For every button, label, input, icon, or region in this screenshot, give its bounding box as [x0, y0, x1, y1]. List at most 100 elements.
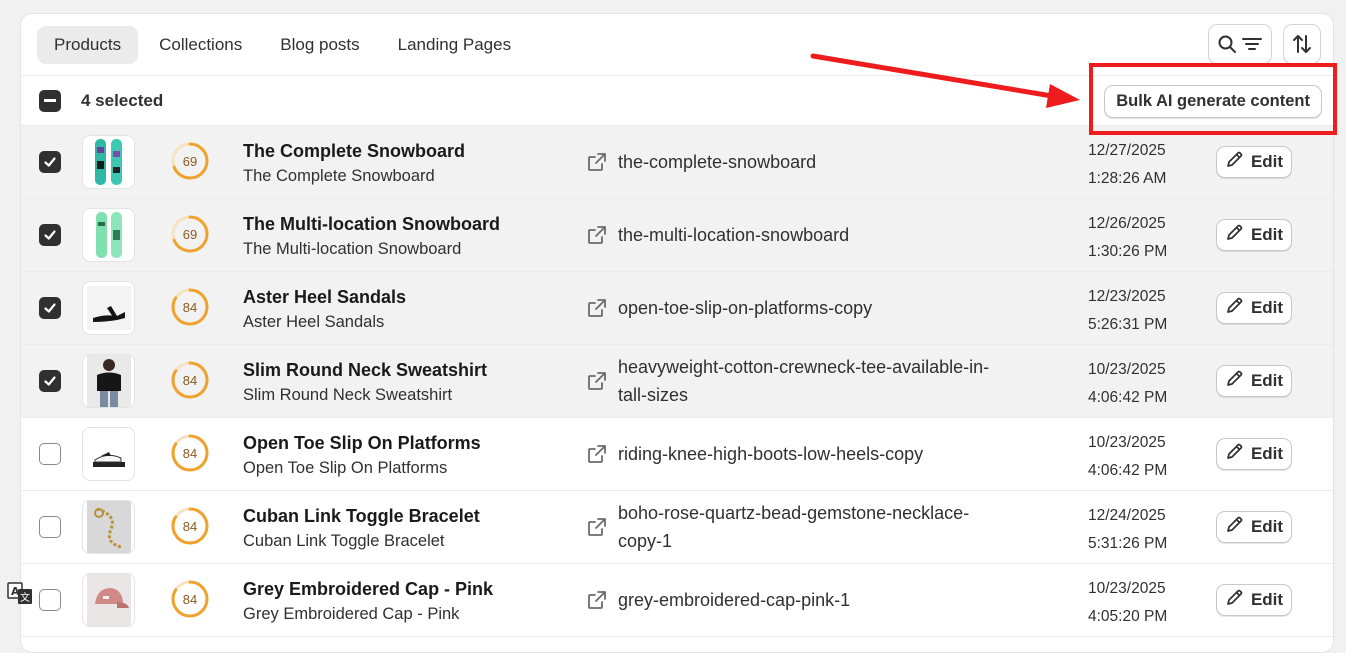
- updated-date: 10/23/2025: [1088, 580, 1166, 597]
- pencil-icon: [1225, 223, 1244, 247]
- updated-datetime: 12/23/2025 5:26:31 PM: [1088, 283, 1167, 339]
- products-table: 69 The Complete Snowboard The Complete Sno…: [21, 126, 1333, 637]
- tab-landing-pages[interactable]: Landing Pages: [381, 26, 528, 64]
- external-link-icon[interactable]: [587, 371, 607, 396]
- product-handle: riding-knee-high-boots-low-heels-copy: [618, 444, 924, 464]
- edit-button[interactable]: Edit: [1216, 584, 1292, 616]
- edit-button[interactable]: Edit: [1216, 219, 1292, 251]
- seo-score-value: 84: [182, 445, 198, 461]
- updated-time: 5:31:26 PM: [1088, 535, 1168, 552]
- table-row[interactable]: 69 The Multi-location Snowboard The Multi-…: [21, 199, 1333, 272]
- seo-score-value: 84: [182, 372, 198, 388]
- seo-score-badge: 69: [170, 141, 210, 181]
- edit-button[interactable]: Edit: [1216, 511, 1292, 543]
- updated-date: 10/23/2025: [1088, 434, 1166, 451]
- tabs-bar: Products Collections Blog posts Landing …: [21, 14, 1333, 76]
- updated-date: 12/24/2025: [1088, 507, 1166, 524]
- product-title[interactable]: Aster Heel Sandals: [243, 286, 573, 308]
- row-checkbox[interactable]: [39, 151, 61, 173]
- translate-icon[interactable]: A 文: [7, 580, 33, 606]
- products-card: Products Collections Blog posts Landing …: [20, 13, 1334, 653]
- edit-button[interactable]: Edit: [1216, 365, 1292, 397]
- product-thumbnail[interactable]: [82, 573, 135, 627]
- pencil-icon: [1225, 150, 1244, 174]
- seo-score-value: 84: [182, 518, 198, 534]
- table-row[interactable]: 84 Open Toe Slip On Platforms Open Toe Sli…: [21, 418, 1333, 491]
- sort-button[interactable]: [1283, 24, 1321, 64]
- product-subtitle: Aster Heel Sandals: [243, 313, 385, 331]
- updated-time: 4:06:42 PM: [1088, 462, 1168, 479]
- product-title[interactable]: The Complete Snowboard: [243, 140, 573, 162]
- table-row[interactable]: 69 The Complete Snowboard The Complete Sno…: [21, 126, 1333, 199]
- seo-score-value: 69: [182, 153, 198, 169]
- row-checkbox[interactable]: [39, 589, 61, 611]
- edit-button[interactable]: Edit: [1216, 438, 1292, 470]
- table-tools: [1208, 24, 1321, 64]
- bulk-actions-bar: 4 selected Bulk AI generate content: [21, 76, 1333, 126]
- row-checkbox[interactable]: [39, 370, 61, 392]
- tab-blog-posts[interactable]: Blog posts: [263, 26, 376, 64]
- bulk-ai-generate-button[interactable]: Bulk AI generate content: [1104, 85, 1322, 118]
- product-titles: Aster Heel Sandals Aster Heel Sandals: [243, 286, 573, 333]
- tab-collections[interactable]: Collections: [142, 26, 259, 64]
- product-title[interactable]: Grey Embroidered Cap - Pink: [243, 578, 573, 600]
- product-title[interactable]: The Multi-location Snowboard: [243, 213, 573, 235]
- product-title[interactable]: Slim Round Neck Sweatshirt: [243, 359, 573, 381]
- row-checkbox[interactable]: [39, 297, 61, 319]
- search-filter-button[interactable]: [1208, 24, 1272, 64]
- pencil-icon: [1225, 442, 1244, 466]
- edit-label: Edit: [1250, 517, 1284, 536]
- updated-datetime: 12/24/2025 5:31:26 PM: [1088, 502, 1167, 558]
- external-link-icon[interactable]: [587, 225, 607, 250]
- table-row[interactable]: 84 Cuban Link Toggle Bracelet Cuban Link T…: [21, 491, 1333, 564]
- product-titles: Grey Embroidered Cap - Pink Grey Embroide…: [243, 578, 573, 625]
- seo-score-badge: 84: [170, 360, 210, 400]
- product-handle: open-toe-slip-on-platforms-copy: [618, 298, 873, 318]
- external-link-icon[interactable]: [587, 298, 607, 323]
- row-checkbox[interactable]: [39, 443, 61, 465]
- updated-date: 12/27/2025: [1088, 142, 1166, 159]
- table-row[interactable]: 84 Slim Round Neck Sweatshirt Slim Round N…: [21, 345, 1333, 418]
- table-row[interactable]: 84 Grey Embroidered Cap - Pink Grey Embroi…: [21, 564, 1333, 637]
- product-thumbnail[interactable]: [82, 500, 135, 554]
- seo-score-value: 69: [182, 226, 198, 242]
- updated-time: 1:28:26 AM: [1088, 170, 1167, 187]
- table-row[interactable]: 84 Aster Heel Sandals Aster Heel Sandals op…: [21, 272, 1333, 345]
- product-titles: The Complete Snowboard The Complete Snowb…: [243, 140, 573, 187]
- product-thumbnail[interactable]: [82, 354, 135, 408]
- seo-score-value: 84: [182, 591, 198, 607]
- product-subtitle: Slim Round Neck Sweatshirt: [243, 386, 453, 404]
- external-link-icon[interactable]: [587, 152, 607, 177]
- external-link-icon[interactable]: [587, 444, 607, 469]
- product-title[interactable]: Open Toe Slip On Platforms: [243, 432, 573, 454]
- row-checkbox[interactable]: [39, 516, 61, 538]
- external-link-icon[interactable]: [587, 517, 607, 542]
- filter-icon: [1242, 38, 1262, 50]
- updated-datetime: 10/23/2025 4:05:20 PM: [1088, 575, 1167, 631]
- edit-button[interactable]: Edit: [1216, 146, 1292, 178]
- seo-score-badge: 69: [170, 214, 210, 254]
- product-thumbnail[interactable]: [82, 135, 135, 189]
- product-thumbnail[interactable]: [82, 208, 135, 262]
- edit-button[interactable]: Edit: [1216, 292, 1292, 324]
- edit-label: Edit: [1250, 444, 1284, 463]
- edit-label: Edit: [1250, 152, 1284, 171]
- updated-time: 4:05:20 PM: [1088, 608, 1168, 625]
- tab-products[interactable]: Products: [37, 25, 139, 64]
- row-checkbox[interactable]: [39, 224, 61, 246]
- product-handle: grey-embroidered-cap-pink-1: [618, 590, 851, 610]
- product-titles: Open Toe Slip On Platforms Open Toe Slip …: [243, 432, 573, 479]
- product-thumbnail[interactable]: [82, 281, 135, 335]
- product-subtitle: The Complete Snowboard: [243, 167, 435, 185]
- product-titles: Cuban Link Toggle Bracelet Cuban Link Tog…: [243, 505, 573, 552]
- product-handle: boho-rose-quartz-bead-gemstone-necklace-…: [618, 503, 970, 551]
- product-handle: the-complete-snowboard: [618, 152, 817, 172]
- product-thumbnail[interactable]: [82, 427, 135, 481]
- pencil-icon: [1225, 588, 1244, 612]
- updated-datetime: 12/27/2025 1:28:26 AM: [1088, 137, 1166, 193]
- pencil-icon: [1225, 369, 1244, 393]
- external-link-icon[interactable]: [587, 590, 607, 615]
- select-all-checkbox[interactable]: [39, 89, 61, 112]
- product-title[interactable]: Cuban Link Toggle Bracelet: [243, 505, 573, 527]
- seo-score-badge: 84: [170, 506, 210, 546]
